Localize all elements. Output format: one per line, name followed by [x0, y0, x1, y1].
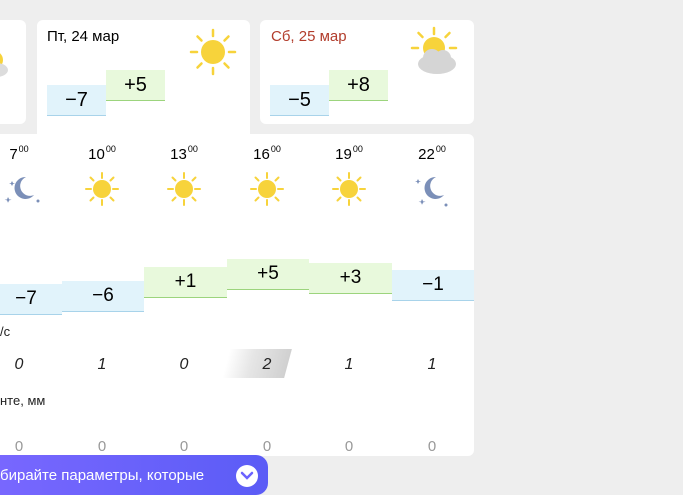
hour-temp: +5 [227, 259, 309, 290]
wind-speed: 2 [262, 356, 272, 373]
precip-value: 0 [179, 438, 189, 455]
precip-value: 0 [427, 438, 437, 455]
hourly-forecast-card: 700 1000 1300 1600 1900 2200 −7 −6 +1 +5… [0, 134, 474, 456]
precip-value: 0 [14, 438, 24, 455]
day-date: Пт, 24 мар [47, 28, 120, 45]
hour-label: 1300 [170, 144, 198, 163]
night-icon [4, 176, 40, 203]
chevron-down-icon[interactable] [236, 465, 258, 487]
wind-speed: 0 [179, 356, 189, 373]
hour-temp: −1 [392, 270, 474, 301]
wind-speed: 1 [427, 356, 437, 373]
hour-label: 1900 [335, 144, 363, 163]
wind-unit-label: /с [0, 324, 11, 339]
wind-speed: 1 [97, 356, 107, 373]
temp-min: −7 [47, 85, 106, 116]
day-card[interactable]: Пт, 24 мар −7 +5 [37, 20, 250, 134]
sun-icon [250, 172, 284, 206]
hour-label: 2200 [418, 144, 446, 163]
hour-label: 700 [9, 144, 29, 163]
temp-max: +8 [329, 70, 388, 101]
sun-icon [332, 172, 366, 206]
sun-icon [85, 172, 119, 206]
partly-cloudy-icon [0, 53, 8, 77]
precip-value: 0 [344, 438, 354, 455]
partly-cloudy-icon [410, 26, 458, 74]
night-icon [415, 176, 448, 207]
wind-speed: 1 [344, 356, 354, 373]
sun-icon [189, 28, 237, 76]
wind-speed: 0 [14, 356, 24, 373]
day-card-partial[interactable] [0, 20, 26, 124]
precip-value: 0 [97, 438, 107, 455]
temp-min: −5 [270, 85, 329, 116]
precip-unit-label: нте, мм [0, 393, 46, 408]
hour-temp: −6 [62, 281, 144, 312]
hour-temp: −7 [0, 284, 62, 315]
settings-banner[interactable]: бирайте параметры, которые [0, 455, 268, 495]
precip-value: 0 [262, 438, 272, 455]
day-date: Сб, 25 мар [271, 28, 347, 45]
hour-label: 1000 [88, 144, 116, 163]
banner-text: бирайте параметры, которые [0, 467, 205, 484]
hour-temp: +3 [309, 263, 392, 294]
hour-temp: +1 [144, 267, 227, 298]
temp-max: +5 [106, 70, 165, 101]
sun-icon [167, 172, 201, 206]
day-card[interactable]: Сб, 25 мар −5 +8 [260, 20, 474, 124]
hour-label: 1600 [253, 144, 281, 163]
